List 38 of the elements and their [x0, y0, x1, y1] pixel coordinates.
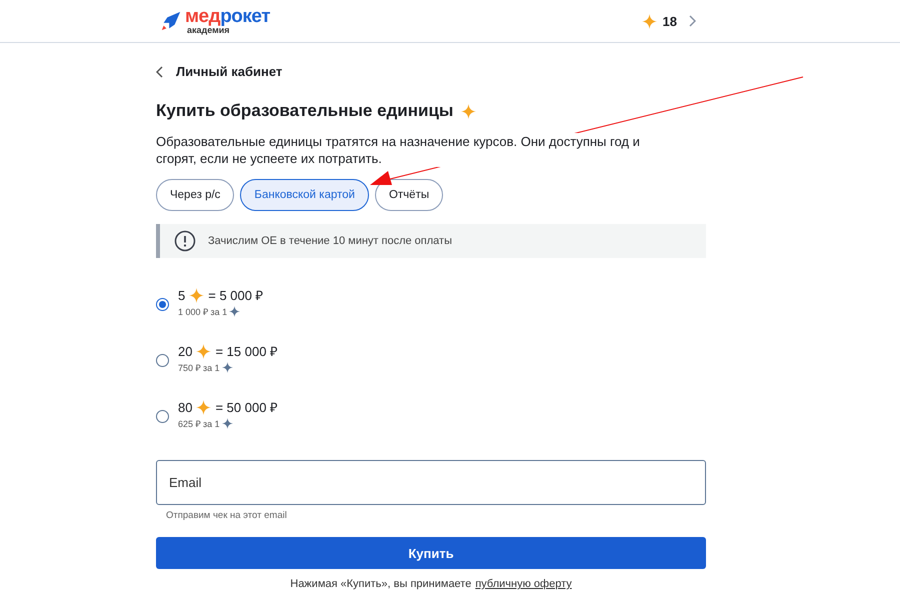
- exclamation-icon: [174, 230, 196, 252]
- radio-button[interactable]: [156, 298, 169, 310]
- chevron-right-icon[interactable]: [688, 15, 696, 27]
- chevron-left-icon: [156, 66, 164, 78]
- option-rate: 1 000 ₽ за 1: [178, 306, 228, 318]
- option-amount: 80: [178, 400, 192, 414]
- star-icon: [196, 400, 212, 414]
- rocket-logo-icon: [160, 10, 182, 32]
- star-icon: [196, 344, 212, 358]
- radio-button[interactable]: [156, 354, 169, 366]
- star-icon: [642, 14, 657, 28]
- radio-button[interactable]: [156, 410, 169, 422]
- logo-wordmark: медрокет: [185, 7, 270, 26]
- star-icon: [189, 288, 204, 302]
- option-price: = 5 000 ₽: [208, 287, 264, 304]
- option-price: = 15 000 ₽: [215, 343, 278, 360]
- page-title: Купить образовательные единицы: [156, 101, 454, 121]
- notice-text: Зачислим ОЕ в течение 10 минут после оплаты: [208, 235, 452, 247]
- offer-link[interactable]: публичную оферту: [475, 578, 572, 590]
- tab[interactable]: Банковской картой: [240, 179, 369, 211]
- star-icon: [461, 104, 476, 118]
- star-icon: [222, 418, 233, 429]
- star-icon: [229, 306, 240, 317]
- star-icon: [222, 362, 233, 373]
- tab[interactable]: Через р/с: [156, 179, 234, 211]
- back-link[interactable]: Личный кабинет: [156, 64, 282, 79]
- option-price: = 50 000 ₽: [215, 399, 278, 416]
- option-amount: 5: [178, 288, 186, 302]
- email-hint: Отправим чек на этот email: [166, 510, 287, 521]
- logo-subtitle: академия: [187, 26, 230, 35]
- option-rate: 625 ₽ за 1: [178, 418, 220, 430]
- option-rate: 750 ₽ за 1: [178, 362, 220, 374]
- agreement-text: Нажимая «Купить», вы принимаете: [290, 578, 472, 590]
- option-amount: 20: [178, 344, 192, 358]
- balance-count: 18: [662, 14, 677, 28]
- tab[interactable]: Отчёты: [374, 179, 444, 211]
- email-field[interactable]: Email: [156, 460, 706, 505]
- buy-button[interactable]: Купить: [156, 537, 706, 569]
